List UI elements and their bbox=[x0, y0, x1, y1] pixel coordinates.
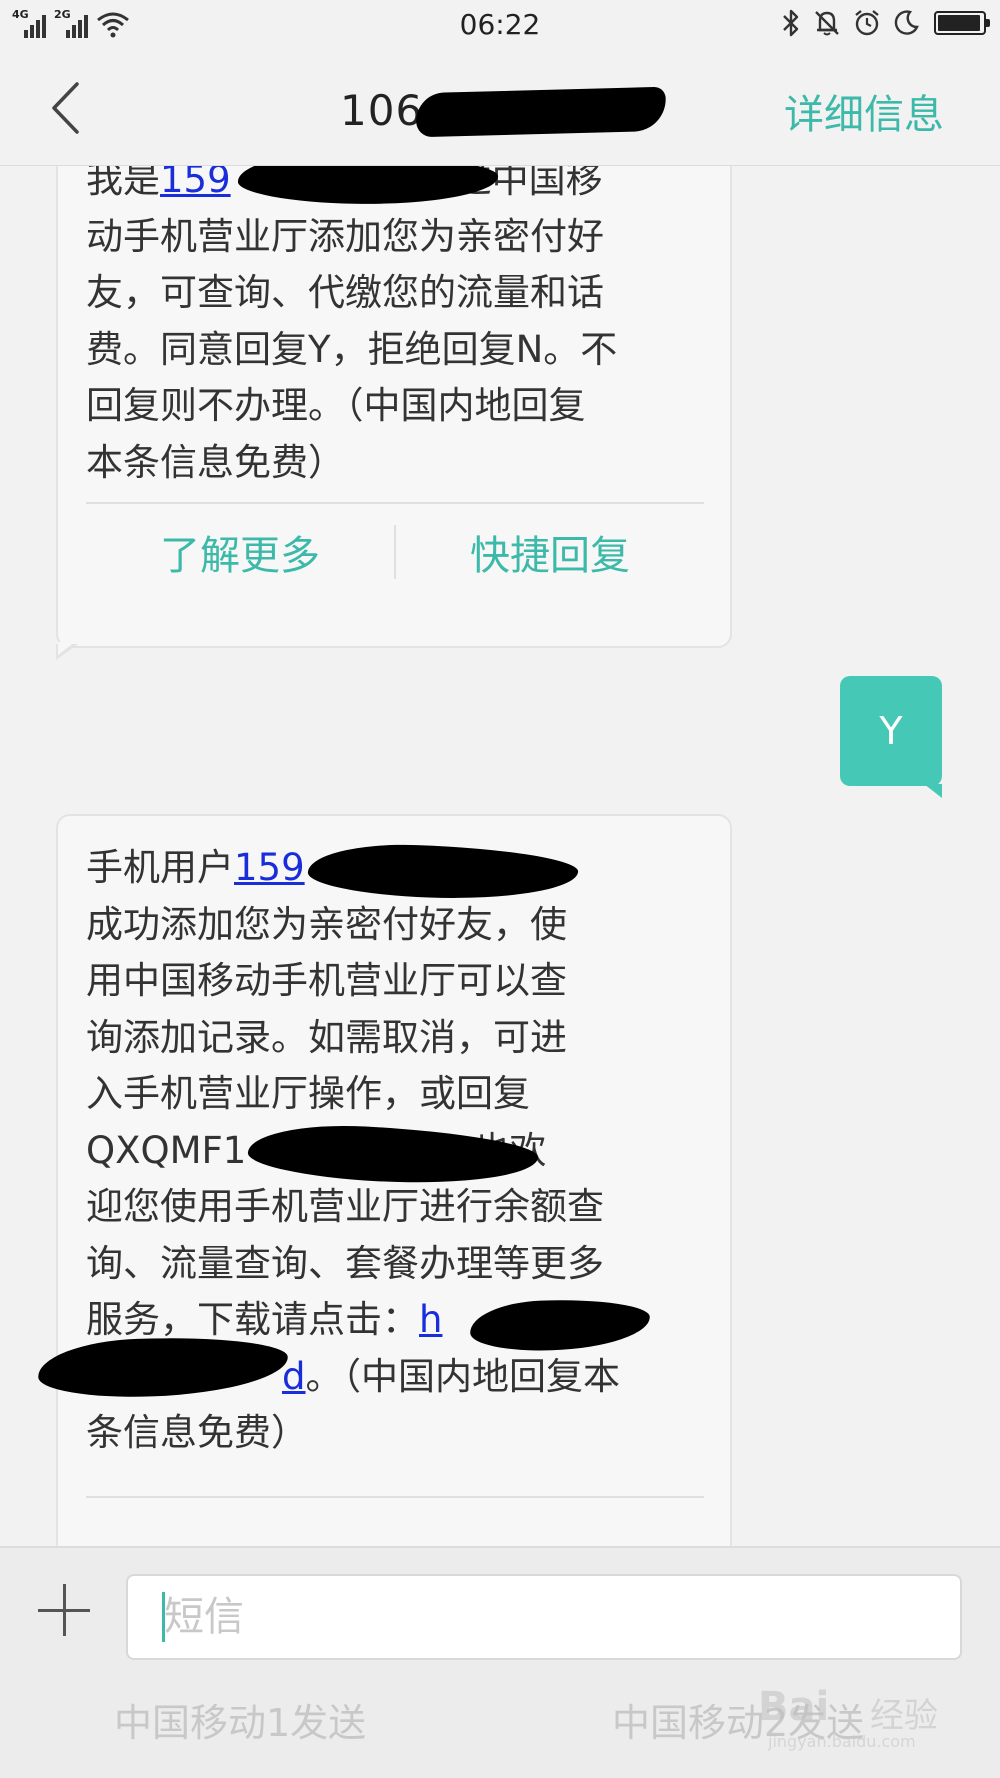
status-right bbox=[780, 8, 990, 38]
moon-icon bbox=[894, 10, 919, 35]
message-2-line9-pre: 服务，下载请点击： bbox=[86, 1298, 419, 1341]
message-2-body-b: 迎您使用手机营业厅进行余额查 询、流量查询、套餐办理等更多 bbox=[86, 1185, 604, 1285]
message-list[interactable]: 我是159，通过中国移 动手机营业厅添加您为亲密付好 友，可查询、代缴您的流量和… bbox=[0, 166, 1000, 1546]
mute-bell-icon bbox=[815, 11, 839, 36]
watermark-url: jingyan.baidu.com bbox=[768, 1732, 916, 1751]
text-caret bbox=[162, 1592, 165, 1642]
bluetooth-icon bbox=[783, 9, 799, 37]
message-2-download-link[interactable]: h bbox=[419, 1298, 442, 1341]
bubble-divider bbox=[86, 1496, 704, 1498]
watermark-text: 经验 bbox=[870, 1696, 938, 1736]
back-button[interactable] bbox=[40, 78, 90, 138]
bubble-actions: 了解更多 快捷回复 bbox=[86, 504, 704, 600]
quick-reply-button[interactable]: 快捷回复 bbox=[396, 523, 704, 581]
sms-input[interactable] bbox=[126, 1574, 962, 1660]
message-1-body: 动手机营业厅添加您为亲密付好 友，可查询、代缴您的流量和话 费。同意回复Y，拒绝… bbox=[86, 214, 618, 484]
watermark-logo: Bai 经验 jingyan.baidu.com bbox=[758, 1680, 948, 1754]
outgoing-message[interactable]: Y bbox=[840, 676, 942, 798]
incoming-message-1[interactable]: 我是159，通过中国移 动手机营业厅添加您为亲密付好 友，可查询、代缴您的流量和… bbox=[56, 166, 732, 660]
message-1-text: 我是159，通过中国移 动手机营业厅添加您为亲密付好 友，可查询、代缴您的流量和… bbox=[86, 166, 726, 491]
send-sim1-button[interactable]: 中国移动1发送 bbox=[114, 1692, 366, 1747]
sender-number: 106 bbox=[340, 85, 424, 135]
battery-level bbox=[938, 15, 980, 31]
battery-icon bbox=[934, 11, 990, 35]
add-attachment-button[interactable] bbox=[36, 1582, 92, 1638]
alarm-icon bbox=[855, 10, 879, 36]
message-2-line11: 条信息免费） bbox=[86, 1411, 308, 1454]
outgoing-message-text: Y bbox=[879, 709, 903, 753]
send-row: 中国移动1发送 中国移动2发送 Bai 经验 jingyan.baidu.com bbox=[0, 1678, 1000, 1758]
conversation-header: 106 详细信息 bbox=[0, 52, 1000, 166]
chevron-left-icon bbox=[52, 82, 79, 134]
redaction-mark bbox=[415, 86, 667, 138]
message-2-line10-post: 。（中国内地回复本 bbox=[305, 1354, 621, 1398]
header-title-wrap: 106 bbox=[340, 80, 667, 140]
status-bar: 4G 2G 06:22 bbox=[0, 0, 1000, 52]
compose-bar: 中国移动1发送 中国移动2发送 Bai 经验 jingyan.baidu.com bbox=[0, 1546, 1000, 1778]
message-1-phone-link[interactable]: 159 bbox=[160, 166, 231, 201]
message-2-body-a: 成功添加您为亲密付好友，使 用中国移动手机营业厅可以查 询添加记录。如需取消，可… bbox=[86, 902, 567, 1116]
incoming-message-2[interactable]: 手机用户159 成功添加您为亲密付好友，使 用中国移动手机营业厅可以查 询添加记… bbox=[37, 814, 732, 1546]
message-2-line1-pre: 手机用户 bbox=[86, 846, 234, 889]
learn-more-button[interactable]: 了解更多 bbox=[86, 523, 394, 581]
message-2-phone-link[interactable]: 159 bbox=[234, 846, 305, 889]
bubble-tail bbox=[924, 784, 942, 798]
message-2-line6-pre: QXQMF1 bbox=[86, 1128, 247, 1172]
details-button[interactable]: 详细信息 bbox=[784, 82, 944, 140]
bubble-tail bbox=[56, 642, 78, 660]
message-1-line1-pre: 我是 bbox=[86, 166, 160, 201]
watermark-logo-text: Bai bbox=[758, 1684, 830, 1730]
